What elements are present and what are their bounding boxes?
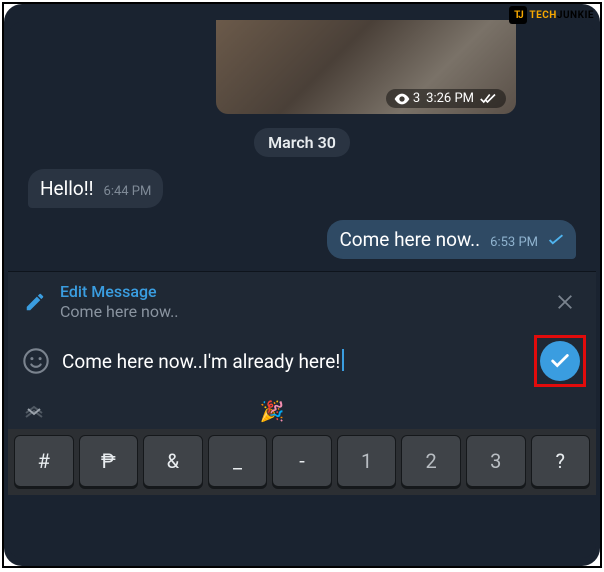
close-edit-button[interactable] — [550, 289, 580, 315]
text-caret — [342, 349, 344, 371]
key-underscore[interactable]: _ — [208, 435, 268, 487]
keyboard-suggestion-bar: 🎉 — [8, 395, 596, 429]
outgoing-message[interactable]: Come here now.. 6:53 PM — [327, 220, 576, 259]
edit-original-text: Come here now.. — [60, 302, 536, 321]
view-count: 3 — [394, 91, 420, 106]
photo-meta: 3 3:26 PM — [386, 89, 506, 108]
key-hash[interactable]: # — [14, 435, 74, 487]
chat-area: 3 3:26 PM March 30 Hello!! 6:44 PM — [8, 22, 596, 271]
watermark-logo: TJ — [509, 6, 527, 24]
message-text: Come here now.. — [339, 228, 480, 251]
message-input[interactable]: Come here now..I'm already here! — [62, 349, 522, 373]
incoming-message[interactable]: Hello!! 6:44 PM — [28, 169, 163, 208]
collapse-keyboard-button[interactable] — [24, 404, 44, 418]
key-question[interactable]: ? — [531, 435, 591, 487]
keyboard: # ₱ & _ - 1 2 3 ? — [8, 429, 596, 495]
send-highlight — [534, 335, 586, 387]
message-text: Hello!! — [40, 177, 94, 200]
watermark: TJ TECHJUNKIE — [509, 6, 594, 24]
key-peso[interactable]: ₱ — [79, 435, 139, 487]
key-1[interactable]: 1 — [337, 435, 397, 487]
message-input-row: Come here now..I'm already here! — [8, 329, 596, 395]
message-time: 6:53 PM — [490, 235, 538, 250]
edit-message-panel: Edit Message Come here now.. — [8, 271, 596, 329]
key-2[interactable]: 2 — [401, 435, 461, 487]
confirm-edit-button[interactable] — [540, 341, 580, 381]
read-ticks-icon — [480, 93, 498, 105]
key-dash[interactable]: - — [272, 435, 332, 487]
pencil-icon — [24, 291, 46, 313]
emoji-button[interactable] — [22, 347, 50, 375]
watermark-text: TECHJUNKIE — [529, 10, 594, 21]
check-icon — [549, 350, 571, 372]
sent-tick-icon — [548, 234, 564, 246]
eye-icon — [394, 93, 410, 105]
photo-time: 3:26 PM — [426, 91, 474, 106]
emoji-suggestion[interactable]: 🎉 — [260, 399, 285, 423]
key-ampersand[interactable]: & — [143, 435, 203, 487]
edit-title: Edit Message — [60, 282, 536, 301]
message-time: 6:44 PM — [104, 184, 152, 199]
key-3[interactable]: 3 — [466, 435, 526, 487]
date-separator: March 30 — [254, 128, 350, 157]
photo-message[interactable]: 3 3:26 PM — [216, 20, 516, 114]
